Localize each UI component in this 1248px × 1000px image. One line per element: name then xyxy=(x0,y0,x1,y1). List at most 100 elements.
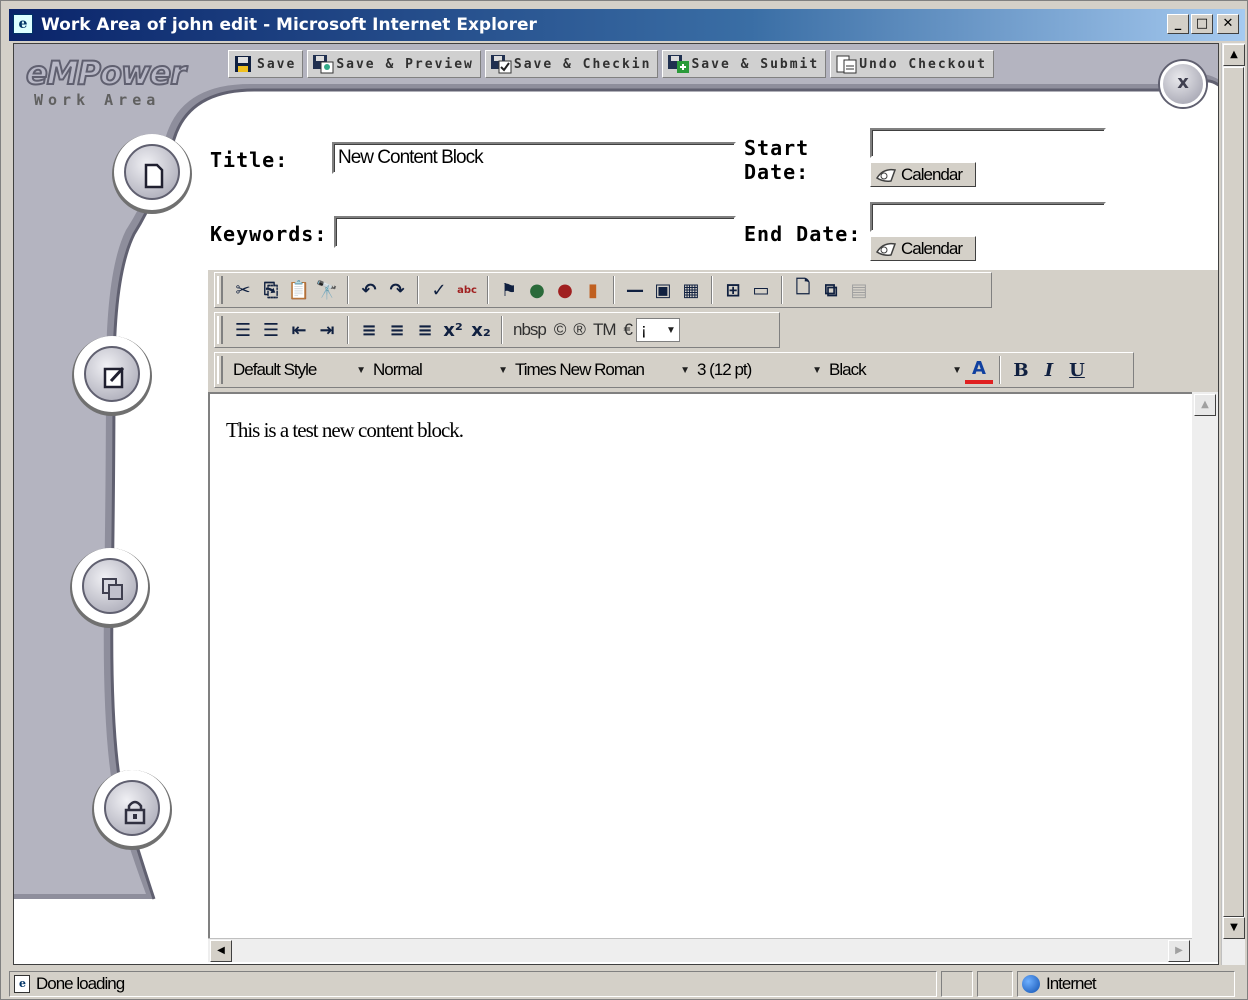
bold-button[interactable]: B xyxy=(1007,356,1035,384)
undo-checkout-label: Undo Checkout xyxy=(859,56,987,72)
save-preview-icon xyxy=(312,54,334,74)
insert-image-icon[interactable]: ▣ xyxy=(649,276,677,304)
end-date-label: End Date: xyxy=(744,222,862,246)
table-properties-icon[interactable]: ⊞ xyxy=(719,276,747,304)
ie-icon: e xyxy=(13,14,33,34)
special-char-select[interactable]: ¡ ▼ xyxy=(635,318,680,342)
subscript-icon[interactable]: x₂ xyxy=(467,316,495,344)
size-select[interactable]: 3 (12 pt) ▼ xyxy=(693,358,825,382)
underline-button[interactable]: U xyxy=(1063,356,1091,384)
editor-horizontal-scrollbar[interactable]: ◀ ▶ xyxy=(208,938,1192,962)
end-date-input[interactable] xyxy=(870,202,1106,232)
editor-scroll-up-icon[interactable]: ▲ xyxy=(1194,394,1216,416)
lock-icon xyxy=(123,799,146,825)
save-checkin-label: Save & Checkin xyxy=(513,56,652,72)
form-field-icon[interactable]: ▭ xyxy=(747,276,775,304)
page-scroll-thumb[interactable] xyxy=(1223,67,1244,917)
editor-scroll-left-icon[interactable]: ◀ xyxy=(210,940,232,962)
nav-lock-button[interactable] xyxy=(94,770,170,846)
registered-button[interactable]: ® xyxy=(573,320,585,340)
align-center-icon[interactable]: ≡ xyxy=(383,316,411,344)
style-select[interactable]: Default Style ▼ xyxy=(229,358,369,382)
keywords-input[interactable] xyxy=(334,216,736,248)
spellcheck-auto-icon[interactable]: abc xyxy=(453,276,481,304)
zone-text: Internet xyxy=(1046,974,1097,993)
save-button[interactable]: Save xyxy=(228,50,304,78)
nav-edit-button[interactable] xyxy=(74,336,150,412)
indent-icon[interactable]: ⇥ xyxy=(313,316,341,344)
status-text: Done loading xyxy=(36,974,125,993)
copy-icon[interactable]: ⎘ xyxy=(257,276,285,304)
save-submit-label: Save & Submit xyxy=(691,56,820,72)
color-select[interactable]: Black ▼ xyxy=(825,358,965,382)
outdent-icon[interactable]: ⇤ xyxy=(285,316,313,344)
align-right-icon[interactable]: ≡ xyxy=(411,316,439,344)
undo-checkout-button[interactable]: Undo Checkout xyxy=(830,50,994,78)
nav-library-button[interactable] xyxy=(72,548,148,624)
close-work-area-button[interactable]: x xyxy=(1160,61,1206,107)
horizontal-rule-icon[interactable]: — xyxy=(621,276,649,304)
save-submit-icon xyxy=(667,54,690,74)
page-scroll-up-icon[interactable]: ▲ xyxy=(1223,44,1245,66)
superscript-icon[interactable]: x² xyxy=(439,316,467,344)
start-date-label-line1: Start xyxy=(744,136,810,160)
nav-content-button[interactable] xyxy=(114,134,190,210)
page-scroll-down-icon[interactable]: ▼ xyxy=(1223,917,1245,939)
title-bar: e Work Area of john edit - Microsoft Int… xyxy=(9,9,1245,41)
editor-content[interactable]: This is a test new content block. xyxy=(226,418,464,443)
bulleted-list-icon[interactable]: ☰ xyxy=(257,316,285,344)
start-date-label-line2: Date: xyxy=(744,160,810,184)
remove-link-icon[interactable]: ● xyxy=(551,276,579,304)
start-calendar-button[interactable]: Calendar xyxy=(870,162,976,187)
find-icon[interactable]: 🔭 xyxy=(313,276,341,304)
maximize-button[interactable]: □ xyxy=(1191,14,1213,34)
start-calendar-label: Calendar xyxy=(901,164,963,184)
insert-table-icon[interactable]: ▦ xyxy=(677,276,705,304)
title-input[interactable]: New Content Block xyxy=(332,142,736,174)
paste-icon[interactable]: 📋 xyxy=(285,276,313,304)
euro-button[interactable]: € xyxy=(623,320,633,340)
page-done-icon: e xyxy=(14,975,30,993)
trademark-button[interactable]: TM xyxy=(593,320,617,340)
html-source-icon[interactable]: ⧉ xyxy=(817,276,845,304)
spellcheck-icon[interactable]: ✓ xyxy=(425,276,453,304)
undo-icon[interactable]: ↶ xyxy=(355,276,383,304)
save-preview-button[interactable]: Save & Preview xyxy=(307,50,481,78)
editor-scroll-right-icon[interactable]: ▶ xyxy=(1168,940,1190,962)
library-icon xyxy=(101,577,123,600)
font-color-icon[interactable]: A xyxy=(965,356,993,384)
browser-window: e Work Area of john edit - Microsoft Int… xyxy=(0,0,1248,1000)
start-date-input[interactable] xyxy=(870,128,1106,158)
save-submit-button[interactable]: Save & Submit xyxy=(662,50,827,78)
status-pane-zone: Internet xyxy=(1017,971,1235,997)
nbsp-button[interactable]: nbsp xyxy=(513,320,547,340)
close-window-button[interactable]: ✕ xyxy=(1217,14,1239,34)
anchor-flag-icon[interactable]: ⚑ xyxy=(495,276,523,304)
editor-vertical-scrollbar[interactable]: ▲ xyxy=(1192,392,1218,962)
save-label: Save xyxy=(257,56,297,72)
cut-icon[interactable]: ✂ xyxy=(229,276,257,304)
status-pane-2 xyxy=(941,971,973,997)
numbered-list-icon[interactable]: ☰ xyxy=(229,316,257,344)
page-vertical-scrollbar[interactable]: ▲ ▼ xyxy=(1221,43,1245,965)
end-calendar-label: Calendar xyxy=(901,238,963,258)
library-insert-icon[interactable]: ▮ xyxy=(579,276,607,304)
status-pane-3 xyxy=(977,971,1013,997)
save-checkin-icon xyxy=(490,54,512,74)
end-calendar-button[interactable]: Calendar xyxy=(870,236,976,261)
status-bar: e Done loading Internet xyxy=(9,969,1245,999)
italic-button[interactable]: I xyxy=(1035,356,1063,384)
save-checkin-button[interactable]: Save & Checkin xyxy=(484,50,659,78)
title-label: Title: xyxy=(210,148,289,172)
copyright-button[interactable]: © xyxy=(554,320,566,340)
empower-logo: eMPower xyxy=(25,53,187,93)
align-left-icon[interactable]: ≡ xyxy=(355,316,383,344)
properties-icon[interactable]: 🗋 xyxy=(789,276,817,304)
font-select[interactable]: Times New Roman ▼ xyxy=(511,358,693,382)
content-editor[interactable]: This is a test new content block. xyxy=(208,392,1202,962)
redo-icon[interactable]: ↷ xyxy=(383,276,411,304)
document-icon xyxy=(143,163,165,189)
format-select[interactable]: Normal ▼ xyxy=(369,358,511,382)
minimize-button[interactable]: _ xyxy=(1167,14,1189,34)
hyperlink-icon[interactable]: ● xyxy=(523,276,551,304)
